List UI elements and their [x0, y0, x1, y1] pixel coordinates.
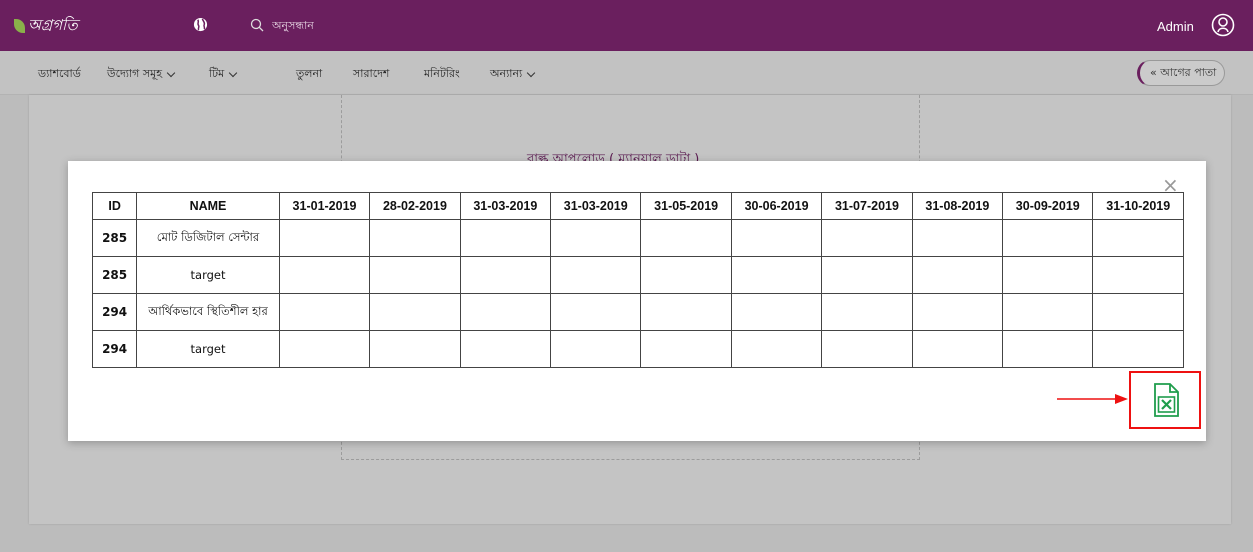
search-input[interactable]	[272, 15, 392, 35]
excel-file-icon[interactable]	[1153, 383, 1179, 417]
arrow-annotation-icon	[1057, 394, 1128, 404]
table-cell	[821, 256, 913, 294]
globe-icon[interactable]	[193, 17, 208, 32]
search-bar	[250, 15, 392, 35]
main-nav: ড্যাশবোর্ড উদ্যোগ সমূহ টিম তুলনা সারাদেশ…	[0, 51, 1253, 95]
row-name: target	[136, 256, 280, 294]
nav-item-label: অন্যান্য	[490, 67, 523, 80]
column-header: 31-07-2019	[821, 192, 913, 220]
row-name: আর্থিকভাবে স্থিতিশীল হার	[136, 293, 280, 331]
column-header: NAME	[136, 192, 280, 220]
table-cell	[278, 293, 371, 331]
table-row: 285 target	[91, 256, 1184, 294]
table-cell	[821, 330, 913, 368]
table-cell	[640, 293, 732, 331]
table-cell	[369, 256, 461, 294]
logo[interactable]: অগ্রগতি	[14, 15, 78, 37]
table-cell	[1092, 256, 1184, 294]
table-cell	[730, 256, 823, 294]
table-cell	[821, 293, 913, 331]
table-cell	[459, 293, 552, 331]
table-cell	[911, 330, 1004, 368]
column-header: 30-09-2019	[1002, 192, 1094, 220]
table-cell	[550, 256, 642, 294]
row-id: 294	[91, 293, 138, 331]
table-cell	[1002, 293, 1094, 331]
column-header: 28-02-2019	[369, 192, 461, 220]
table-cell	[640, 330, 732, 368]
table-cell	[459, 330, 552, 368]
table-header-row: ID NAME 31-01-2019 28-02-2019 31-03-2019…	[91, 192, 1184, 220]
table-cell	[911, 293, 1004, 331]
table-cell	[1002, 330, 1094, 368]
table-cell	[1002, 219, 1094, 257]
data-table: ID NAME 31-01-2019 28-02-2019 31-03-2019…	[91, 192, 1184, 368]
table-row: 294 আর্থিকভাবে স্থিতিশীল হার	[91, 293, 1184, 331]
table-cell	[278, 219, 371, 257]
row-id: 294	[91, 330, 138, 368]
table-cell	[730, 293, 823, 331]
table-cell	[550, 219, 642, 257]
nav-item-compare[interactable]: তুলনা	[296, 65, 322, 84]
nav-item-label: সারাদেশ	[353, 67, 390, 80]
column-header: ID	[91, 192, 138, 220]
column-header: 31-03-2019	[459, 192, 552, 220]
table-cell	[369, 293, 461, 331]
user-name[interactable]: Admin	[1157, 19, 1194, 34]
table-cell	[911, 219, 1004, 257]
chevron-down-icon	[229, 68, 238, 77]
nav-item-label: তুলনা	[296, 67, 323, 80]
table-cell	[459, 219, 552, 257]
table-cell	[550, 293, 642, 331]
table-row: 285 মোট ডিজিটাল সেন্টার	[91, 219, 1184, 257]
table-cell	[730, 219, 823, 257]
nav-item-label: ড্যাশবোর্ড	[38, 67, 81, 80]
chevron-down-icon	[166, 68, 176, 77]
column-header: 30-06-2019	[730, 192, 823, 220]
table-cell	[1092, 293, 1184, 331]
row-name: target	[136, 330, 280, 368]
row-id: 285	[91, 256, 138, 294]
nav-item-label: উদ্যোগ সমূহ	[107, 67, 163, 80]
table-cell	[640, 219, 732, 257]
nav-item-initiatives[interactable]: উদ্যোগ সমূহ	[107, 65, 176, 84]
table-cell	[278, 256, 371, 294]
table-cell	[911, 256, 1004, 294]
chevron-down-icon	[526, 68, 536, 77]
column-header: 31-03-2019	[550, 192, 642, 220]
table-cell	[459, 256, 552, 294]
preview-modal: × ID NAME 31-01-2019 28-02-2019 31-03-20…	[68, 161, 1206, 441]
user-avatar-icon[interactable]	[1211, 13, 1235, 37]
nav-item-team[interactable]: টিম	[209, 65, 238, 84]
table-cell	[278, 330, 371, 368]
search-icon[interactable]	[250, 18, 264, 32]
table-cell	[730, 330, 823, 368]
nav-item-dashboard[interactable]: ড্যাশবোর্ড	[38, 65, 81, 84]
table-row: 294 target	[91, 330, 1184, 368]
row-name: মোট ডিজিটাল সেন্টার	[136, 219, 280, 257]
leaf-icon	[14, 19, 25, 33]
table-cell	[369, 219, 461, 257]
export-highlight-box	[1129, 371, 1201, 429]
column-header: 31-08-2019	[911, 192, 1004, 220]
table-cell	[550, 330, 642, 368]
nav-item-label: মনিটরিং	[424, 67, 460, 80]
column-header: 31-10-2019	[1092, 192, 1184, 220]
top-header: অগ্রগতি Admin	[0, 0, 1253, 51]
column-header: 31-05-2019	[640, 192, 732, 220]
nav-item-label: টিম	[209, 67, 225, 80]
nav-item-countrywide[interactable]: সারাদেশ	[353, 65, 389, 84]
table-cell	[1092, 330, 1184, 368]
nav-item-others[interactable]: অন্যান্য	[490, 65, 536, 84]
logo-text: অগ্রগতি	[28, 15, 78, 34]
back-button[interactable]: « আগের পাতা	[1137, 60, 1226, 86]
table-cell	[1092, 219, 1184, 257]
nav-item-monitoring[interactable]: মনিটরিং	[424, 65, 460, 84]
table-cell	[369, 330, 461, 368]
table-cell	[640, 256, 732, 294]
column-header: 31-01-2019	[278, 192, 371, 220]
table-cell	[821, 219, 913, 257]
table-cell	[1002, 256, 1094, 294]
row-id: 285	[91, 219, 138, 257]
